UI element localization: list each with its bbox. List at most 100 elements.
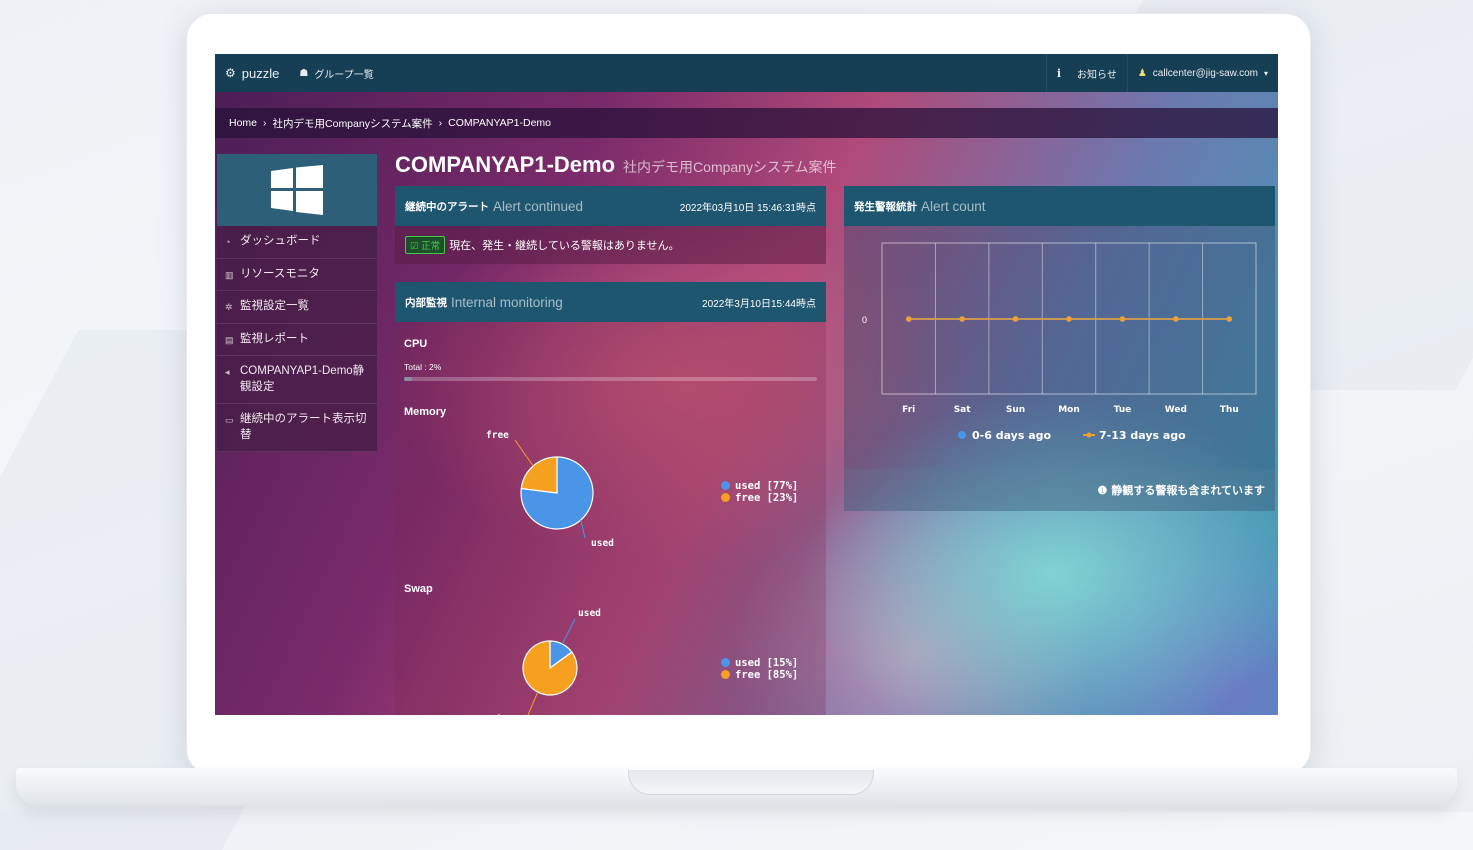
legend-item: used [15%] <box>721 657 798 669</box>
cpu-progress-bar <box>404 377 817 381</box>
windows-logo <box>217 154 377 226</box>
pie-leader-used <box>580 519 586 539</box>
puzzle-icon: ⚙ <box>225 66 236 80</box>
data-point <box>905 316 912 322</box>
breadcrumb-home[interactable]: Home <box>229 117 257 129</box>
sidebar: ◔ ダッシュボード ▥ リソースモニタ ✲ 監視設定一覧 ▤ 監視レポート ◂ … <box>217 154 377 453</box>
panel-body: 0 Fri Sat Sun Mon Tue Wed Thu 0-6 days ago 7-13 d… <box>844 226 1275 469</box>
pie-slice-free <box>520 456 558 494</box>
info-circle-icon: ❶ <box>1097 484 1108 497</box>
caret-down-icon: ▾ <box>1263 68 1268 78</box>
breadcrumb-separator: › <box>263 117 267 129</box>
sidebar-item-label: 監視レポート <box>240 332 309 345</box>
info-label: お知らせ <box>1077 69 1117 81</box>
page-header: COMPANYAP1-Demo 社内デモ用Companyシステム案件 <box>395 152 837 178</box>
sidebar-item-resource-monitor[interactable]: ▥ リソースモニタ <box>217 258 377 292</box>
legend-item: used [77%] <box>721 480 798 492</box>
legend-dot-used <box>721 481 730 490</box>
data-point <box>959 316 965 322</box>
status-badge: ☑ 正常 <box>405 236 446 254</box>
legend-marker <box>1086 432 1092 438</box>
breadcrumb-project[interactable]: 社内デモ用Companyシステム案件 <box>273 116 433 131</box>
legend-label: 0-6 days ago <box>972 429 1052 442</box>
sidebar-item-dashboard[interactable]: ◔ ダッシュボード <box>217 226 377 259</box>
swap-pie-chart: used free <box>495 608 601 715</box>
cpu-progress-fill <box>404 377 413 381</box>
panel-timestamp: 2022年3月10日15:44時点 <box>702 298 816 310</box>
sidebar-item-silence-settings[interactable]: ◂ COMPANYAP1-Demo静観設定 <box>217 356 377 405</box>
sidebar-item-label: 監視設定一覧 <box>240 300 309 313</box>
memory-legend: used [77%] free [23%] <box>721 480 798 504</box>
swap-legend: used [15%] free [85%] <box>721 657 798 681</box>
pie-leader-used <box>561 618 576 645</box>
memory-label: Memory <box>404 406 447 418</box>
status-badge-label: 正常 <box>421 241 441 252</box>
pie-label-free: free <box>486 430 509 441</box>
panel-title-ja: 継続中のアラート <box>405 200 489 213</box>
sidebar-item-monitor-report[interactable]: ▤ 監視レポート <box>217 323 377 357</box>
cpu-label: CPU <box>404 338 428 350</box>
x-tick-label: Fri <box>902 405 915 415</box>
panel-title-ja: 内部監視 <box>405 296 447 309</box>
x-tick-label: Mon <box>1058 405 1080 415</box>
legend-dot-used <box>721 658 730 667</box>
panel-title-ja: 発生警報統計 <box>854 200 917 213</box>
legend-label: 7-13 days ago <box>1099 429 1186 442</box>
legend-label: used [77%] <box>735 480 799 492</box>
panel-footer: ❶ 静観する警報も含まれています <box>844 469 1275 511</box>
sidebar-item-label: ダッシュボード <box>240 235 321 247</box>
legend-label: free [85%] <box>735 669 799 681</box>
cpu-total-label: Total : 2% <box>404 362 442 372</box>
legend-item: free [85%] <box>721 669 798 681</box>
memory-pie-chart: used free <box>486 430 614 548</box>
panel-header: 継続中のアラート Alert continued 2022年03月10日 15:… <box>395 186 826 226</box>
footer-note: 静観する警報も含まれています <box>1111 485 1265 497</box>
gear-icon: ✲ <box>225 302 233 313</box>
panel-title-en: Alert count <box>921 198 986 214</box>
panel-header: 発生警報統計 Alert count <box>844 186 1275 226</box>
pie-label-used: used <box>578 608 601 619</box>
panel-title-en: Alert continued <box>493 198 584 214</box>
user-email: callcenter@jig-saw.com <box>1152 67 1258 79</box>
sidebar-item-monitor-settings[interactable]: ✲ 監視設定一覧 <box>217 291 377 324</box>
pie-leader-free <box>527 691 539 715</box>
panel-body: ☑ 正常 現在、発生・継続している警報はありません。 <box>395 226 826 264</box>
user-menu[interactable]: ♟ callcenter@jig-saw.com ▾ <box>1126 54 1278 92</box>
panel-timestamp: 2022年03月10日 15:46:31時点 <box>679 202 816 214</box>
data-point <box>1226 316 1233 322</box>
info-link[interactable]: i お知らせ <box>1045 54 1127 92</box>
x-tick-label: Sun <box>1006 405 1025 415</box>
sidebar-item-alert-toggle[interactable]: ▭ 継続中のアラート表示切替 <box>217 404 377 453</box>
brand-label: puzzle <box>241 65 280 81</box>
windows-icon <box>271 165 323 215</box>
legend-dot-free <box>721 670 730 679</box>
breadcrumb: Home › 社内デモ用Companyシステム案件 › COMPANYAP1-D… <box>215 108 1278 138</box>
group-list-link[interactable]: ☗ グループ一覧 <box>289 54 383 92</box>
legend-label: used [15%] <box>735 657 799 669</box>
data-point <box>1012 316 1019 322</box>
chart-icon: ▥ <box>225 269 234 280</box>
brand-link[interactable]: ⚙ puzzle <box>215 54 289 92</box>
sidebar-item-label: 継続中のアラート表示切替 <box>240 413 367 441</box>
data-point <box>1066 316 1072 322</box>
legend-marker <box>958 431 966 439</box>
page-title: COMPANYAP1-Demo <box>395 152 616 177</box>
group-list-label: グループ一覧 <box>314 69 374 81</box>
user-icon: ♟ <box>1137 67 1147 79</box>
report-icon: ▤ <box>225 334 234 345</box>
internal-monitoring-panel: 内部監視 Internal monitoring 2022年3月10日15:44… <box>395 282 826 715</box>
x-tick-label: Sat <box>954 405 972 415</box>
sidebar-item-label: リソースモニタ <box>240 267 320 280</box>
y-tick-label: 0 <box>862 315 867 325</box>
pie-label-used: used <box>591 538 614 548</box>
monitor-icon: ▭ <box>225 415 234 426</box>
info-icon: i <box>1056 66 1062 80</box>
legend-item: free [23%] <box>721 492 798 504</box>
x-tick-label: Thu <box>1220 405 1239 415</box>
panel-header: 内部監視 Internal monitoring 2022年3月10日15:44… <box>395 282 826 322</box>
page-subtitle: 社内デモ用Companyシステム案件 <box>623 159 837 175</box>
dashboard-icon: ◔ <box>225 237 231 247</box>
breadcrumb-separator: › <box>438 117 443 129</box>
app-screen: ⚙ puzzle ☗ グループ一覧 i お知らせ ♟ callcenter@ji… <box>215 54 1278 715</box>
panel-title-en: Internal monitoring <box>451 294 563 310</box>
